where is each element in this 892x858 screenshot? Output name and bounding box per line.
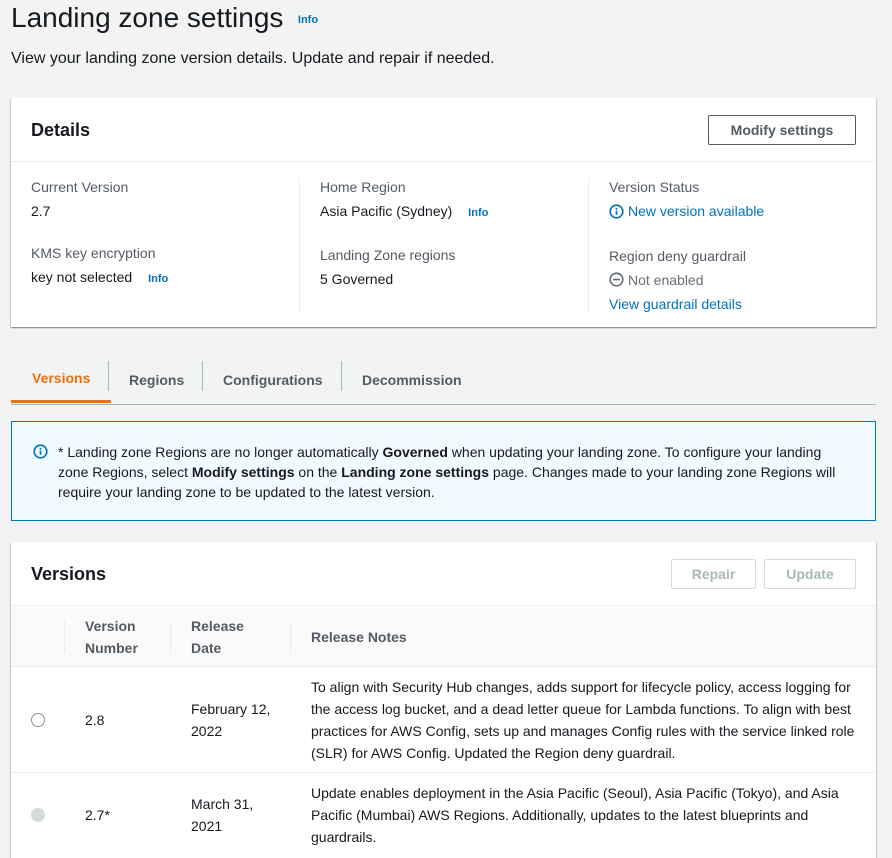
version-status-label: Version Status — [609, 179, 700, 195]
lz-regions-value: 5 Governed — [320, 271, 394, 287]
home-region-label: Home Region — [320, 179, 406, 195]
view-guardrail-details-link[interactable]: View guardrail details — [609, 295, 889, 313]
version-status-indicator[interactable]: New version available — [609, 202, 764, 220]
table-row[interactable]: 2.8 February 12, 2022 To align with Secu… — [11, 667, 876, 773]
alert-bold-modify-settings: Modify settings — [191, 464, 295, 480]
column-header-text: Release — [191, 618, 244, 634]
tab-configurations[interactable]: Configurations — [202, 355, 344, 404]
details-column-1: Current Version 2.7 KMS key encryption k… — [31, 178, 311, 288]
details-divider-1 — [299, 178, 300, 311]
version-number-cell: 2.8 — [85, 712, 105, 728]
current-version-value: 2.7 — [31, 203, 51, 219]
alert-message: * Landing zone Regions are no longer aut… — [58, 442, 855, 502]
alert-text-part: on the — [294, 464, 342, 480]
tab-bar: Versions Regions Configurations Decommis… — [11, 355, 876, 405]
version-status-value: New version available — [628, 203, 765, 219]
versions-panel-header: Versions Repair Update — [11, 542, 876, 606]
details-panel: Details Modify settings Current Version … — [11, 98, 876, 327]
row-select-radio[interactable] — [31, 713, 45, 727]
page-title: Landing zone settings — [11, 2, 284, 33]
table-row[interactable]: 2.7* March 31, 2021 Update enables deplo… — [11, 773, 876, 858]
minus-circle-icon — [609, 272, 624, 287]
kms-info-link[interactable]: Info — [148, 273, 168, 285]
repair-button[interactable]: Repair — [671, 559, 756, 589]
kms-value: key not selected — [31, 269, 133, 285]
home-region-info-link[interactable]: Info — [468, 207, 488, 219]
tab-regions[interactable]: Regions — [108, 355, 205, 404]
modify-settings-button[interactable]: Modify settings — [708, 115, 856, 145]
row-select-radio[interactable] — [31, 808, 45, 822]
column-header-version-number[interactable]: Version Number — [85, 607, 138, 667]
region-deny-value: Not enabled — [628, 271, 704, 288]
column-header-text: Number — [85, 640, 138, 656]
versions-table-header: Version Number Release Date Release Notes — [11, 607, 876, 667]
details-column-3: Version Status New version available Reg… — [609, 178, 889, 313]
current-version-label: Current Version — [31, 179, 129, 195]
alert-bold-landing-zone-settings: Landing zone settings — [341, 464, 490, 480]
column-separator — [64, 621, 65, 653]
column-header-text: Version — [85, 618, 136, 634]
details-title: Details — [31, 120, 91, 140]
page-title-info-link[interactable]: Info — [298, 14, 318, 26]
details-divider-2 — [588, 178, 589, 311]
version-number-cell: 2.7* — [85, 807, 110, 823]
page-description: View your landing zone version details. … — [11, 50, 495, 67]
release-date-cell: February 12, 2022 — [191, 698, 270, 742]
alert-bold-governed: Governed — [382, 444, 448, 460]
home-region-value-row: Asia Pacific (Sydney) Info — [320, 202, 600, 222]
page-header: Landing zone settings Info — [11, 0, 318, 36]
versions-title: Versions — [31, 564, 107, 584]
column-separator — [170, 621, 171, 653]
versions-panel: Versions Repair Update Version Number Rel… — [11, 542, 876, 858]
kms-value-row: key not selected Info — [31, 268, 311, 288]
column-header-text: Date — [191, 640, 222, 656]
lz-regions-label: Landing Zone regions — [320, 247, 456, 263]
column-header-release-notes[interactable]: Release Notes — [311, 607, 407, 667]
home-region-value: Asia Pacific (Sydney) — [320, 203, 453, 219]
region-deny-status: Not enabled — [609, 271, 704, 289]
info-alert: * Landing zone Regions are no longer aut… — [11, 421, 876, 521]
release-notes-cell: Update enables deployment in the Asia Pa… — [311, 785, 839, 845]
region-deny-label: Region deny guardrail — [609, 247, 746, 264]
info-circle-icon — [33, 444, 48, 459]
kms-label: KMS key encryption — [31, 245, 156, 261]
details-column-2: Home Region Asia Pacific (Sydney) Info L… — [320, 178, 600, 288]
release-date-line: February 12, — [191, 701, 271, 717]
release-notes-cell: To align with Security Hub changes, adds… — [311, 679, 855, 761]
column-header-release-date[interactable]: Release Date — [191, 607, 244, 667]
release-date-line: March 31, — [191, 796, 254, 812]
details-panel-header: Details Modify settings — [11, 98, 876, 162]
info-circle-icon — [609, 203, 624, 219]
tab-versions[interactable]: Versions — [11, 355, 112, 403]
release-date-line: 2022 — [191, 723, 223, 739]
release-date-cell: March 31, 2021 — [191, 793, 253, 837]
alert-text-part: * Landing zone Regions are no longer aut… — [58, 444, 383, 460]
tab-decommission[interactable]: Decommission — [341, 355, 483, 404]
update-button[interactable]: Update — [764, 559, 856, 589]
column-separator — [290, 621, 291, 653]
release-date-line: 2021 — [191, 818, 223, 834]
